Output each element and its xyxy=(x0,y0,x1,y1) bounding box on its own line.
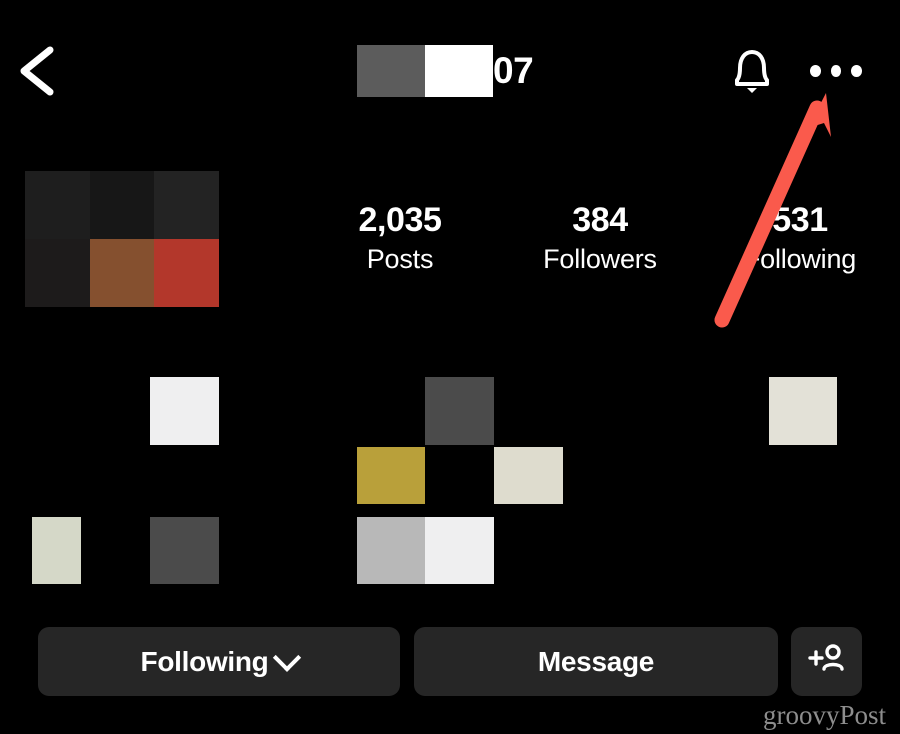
stat-following-value: 531 xyxy=(772,201,828,239)
profile-stats: 2,035 Posts 384 Followers 531 Following xyxy=(300,200,900,292)
bio-block-5 xyxy=(494,447,563,504)
ellipsis-icon-dot-1 xyxy=(810,65,821,77)
message-button-label: Message xyxy=(537,645,655,677)
instagram-profile-screen: 07 2,035 Posts 384 Followers 531 Followi… xyxy=(0,0,900,734)
watermark: groovyPost xyxy=(762,700,886,730)
more-options-button[interactable] xyxy=(810,48,863,94)
profile-action-bar: Following Message xyxy=(0,627,900,697)
stat-followers-value: 384 xyxy=(572,201,628,239)
profile-avatar[interactable] xyxy=(25,171,219,307)
top-navigation-bar: 07 xyxy=(0,0,900,142)
bio-block-4 xyxy=(357,447,425,504)
bio-block-8 xyxy=(357,517,425,584)
ellipsis-icon-dot-2 xyxy=(830,65,842,77)
following-button[interactable]: Following xyxy=(38,627,400,696)
stat-followers[interactable]: 384 Followers xyxy=(500,200,700,278)
add-person-icon xyxy=(807,641,847,682)
following-button-label: Following xyxy=(140,645,269,677)
chevron-left-icon xyxy=(8,40,68,102)
avatar-tile-4 xyxy=(25,239,90,307)
redaction-block-gray xyxy=(357,45,425,97)
bio-block-1 xyxy=(150,377,219,445)
stat-followers-label: Followers xyxy=(543,244,657,274)
add-person-button[interactable] xyxy=(791,627,862,696)
avatar-tile-6 xyxy=(154,239,219,307)
stat-following-label: Following xyxy=(743,244,857,274)
stat-following[interactable]: 531 Following xyxy=(700,200,900,278)
bio-block-7 xyxy=(150,517,219,584)
username-visible-suffix: 07 xyxy=(493,50,534,91)
avatar-tile-1 xyxy=(25,171,90,239)
profile-username-redacted: 07 xyxy=(357,45,534,97)
avatar-tile-2 xyxy=(89,171,155,239)
bio-block-2 xyxy=(425,377,494,445)
bell-icon xyxy=(722,50,782,106)
stat-posts-label: Posts xyxy=(366,244,434,274)
bio-block-9 xyxy=(425,517,494,584)
bio-block-3 xyxy=(769,377,837,445)
stat-posts-value: 2,035 xyxy=(358,201,442,239)
message-button[interactable]: Message xyxy=(414,627,778,696)
avatar-tile-5 xyxy=(89,239,155,307)
back-button[interactable] xyxy=(8,40,68,102)
redaction-block-white xyxy=(425,45,493,97)
stat-posts[interactable]: 2,035 Posts xyxy=(300,200,500,278)
bio-block-6 xyxy=(32,517,81,584)
ellipsis-icon-dot-3 xyxy=(851,65,863,77)
notifications-button[interactable] xyxy=(722,42,782,102)
avatar-tile-3 xyxy=(154,171,219,239)
chevron-down-icon xyxy=(273,643,302,672)
